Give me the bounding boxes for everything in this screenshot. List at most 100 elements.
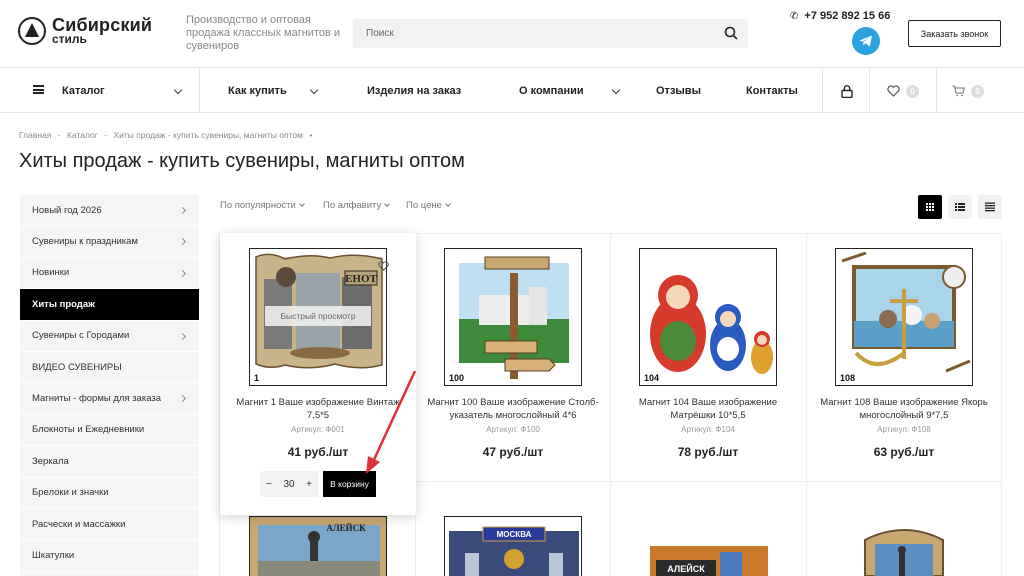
sidebar-item-label: Новый год 2026 xyxy=(32,204,102,216)
table-list-icon xyxy=(985,202,995,212)
grid-icon xyxy=(926,203,934,211)
wishlist-count: 0 xyxy=(906,84,919,98)
product-sku: Артикул: Ф100 xyxy=(486,425,540,434)
nav-catalog-label: Каталог xyxy=(62,85,105,97)
sidebar-item-cities[interactable]: Сувениры с Городами xyxy=(20,321,199,352)
nav-catalog[interactable]: Каталог xyxy=(62,69,105,113)
sidebar-item-mirrors[interactable]: Зеркала xyxy=(20,446,199,478)
sidebar-item-video[interactable]: ВИДЕО СУВЕНИРЫ xyxy=(20,352,199,384)
product-card[interactable]: 100 Магнит 100 Ваше изображение Столб-ук… xyxy=(415,233,611,481)
product-image[interactable]: 104 xyxy=(639,248,777,386)
view-list-button[interactable] xyxy=(948,195,972,219)
nav-custom-products[interactable]: Изделия на заказ xyxy=(367,69,461,113)
telegram-button[interactable] xyxy=(852,27,880,55)
wishlist-button[interactable]: 0 xyxy=(887,69,919,113)
chevron-down-icon xyxy=(611,85,620,94)
breadcrumb-home[interactable]: Главная xyxy=(19,130,51,140)
quantity-value[interactable]: 30 xyxy=(283,479,294,490)
product-price: 63 руб./шт xyxy=(873,445,935,459)
product-number: 104 xyxy=(644,373,660,383)
telegram-icon xyxy=(859,35,872,47)
cart-button[interactable]: 0 xyxy=(952,69,984,113)
sidebar-item-new-year[interactable]: Новый год 2026 xyxy=(20,195,199,227)
breadcrumb-sep: - xyxy=(57,130,61,140)
sidebar-item-holidays[interactable]: Сувениры к праздникам xyxy=(20,226,199,258)
sidebar-item-notebooks[interactable]: Блокноты и Ежедневники xyxy=(20,415,199,447)
sort-price-label: По цене xyxy=(406,200,442,211)
breadcrumb-catalog[interactable]: Каталог xyxy=(67,130,98,140)
chevron-right-icon xyxy=(178,238,187,246)
phone-text: +7 952 892 15 66 xyxy=(804,10,891,22)
sort-alphabet-label: По алфавиту xyxy=(323,200,382,211)
breadcrumb-dot: • xyxy=(309,130,313,140)
nav-how-to-buy[interactable]: Как купить xyxy=(228,69,318,113)
product-image[interactable]: 108 xyxy=(835,248,973,386)
sidebar-item-label: Зеркала xyxy=(32,455,69,467)
product-image[interactable]: МОСКВА xyxy=(444,516,582,576)
product-number: 108 xyxy=(840,373,856,383)
sidebar-item-bestsellers[interactable]: Хиты продаж xyxy=(20,289,199,321)
breadcrumb-sep: - xyxy=(104,130,108,140)
sidebar-item-label: ВИДЕО СУВЕНИРЫ xyxy=(32,361,122,373)
heart-icon[interactable] xyxy=(378,261,389,271)
sidebar-item-label: Расчески и массажки xyxy=(32,518,126,530)
product-image-text: АЛЕЙСК xyxy=(667,563,705,574)
sort-popularity[interactable]: По популярности xyxy=(220,200,305,211)
product-price: 47 руб./шт xyxy=(482,445,544,459)
chevron-right-icon xyxy=(178,395,187,403)
logo[interactable]: Сибирский стиль xyxy=(18,16,152,45)
nav-reviews[interactable]: Отзывы xyxy=(656,69,701,113)
product-image[interactable]: АЛЕЙСК xyxy=(640,516,778,576)
nav-about[interactable]: О компании xyxy=(519,69,620,113)
view-grid-button[interactable] xyxy=(918,195,942,219)
sidebar-item-keychains[interactable]: Брелоки и значки xyxy=(20,478,199,509)
chevron-right-icon xyxy=(178,332,187,340)
quick-view-button[interactable]: Быстрый просмотр xyxy=(265,306,371,326)
search-input[interactable] xyxy=(353,19,713,48)
product-card[interactable]: 108 Магнит 108 Ваше изображение Якорь мн… xyxy=(806,233,1002,481)
sort-alphabet[interactable]: По алфавиту xyxy=(323,200,391,211)
product-price: 78 руб./шт xyxy=(677,445,739,459)
phone-icon: ✆ xyxy=(790,11,799,22)
sidebar-item-label: Хиты продаж xyxy=(32,298,95,310)
sort-price[interactable]: По цене xyxy=(406,200,451,211)
product-image[interactable] xyxy=(835,516,973,576)
product-image-text: АЛЕЙСК xyxy=(326,523,366,533)
minus-button[interactable]: − xyxy=(266,479,272,490)
tagline: Производство и оптовая продажа классных … xyxy=(186,14,341,52)
product-name[interactable]: Магнит 100 Ваше изображение Столб-указат… xyxy=(423,396,603,422)
logo-mark-icon xyxy=(18,16,46,45)
product-name[interactable]: Магнит 108 Ваше изображение Якорь многос… xyxy=(814,396,994,422)
list-icon xyxy=(955,203,965,211)
search-icon[interactable] xyxy=(724,26,738,40)
sidebar-item-magnet-forms[interactable]: Магниты - формы для заказа xyxy=(20,383,199,415)
sidebar-item-boxes[interactable]: Шкатулки xyxy=(20,540,199,572)
product-image-text: ЕНОТ xyxy=(345,273,377,285)
product-image[interactable]: АЛЕЙСК xyxy=(249,516,387,576)
breadcrumb-current: Хиты продаж - купить сувениры, магниты о… xyxy=(113,130,303,140)
product-image-text: МОСКВА xyxy=(497,530,532,539)
product-number: 1 xyxy=(254,373,260,383)
quantity-stepper: − 30 + xyxy=(260,471,318,497)
sidebar-item-new[interactable]: Новинки xyxy=(20,258,199,290)
product-sku: Артикул: Ф108 xyxy=(877,425,931,434)
product-card[interactable]: 104 Магнит 104 Ваше изображение Матрёшки… xyxy=(610,233,806,481)
search-box xyxy=(353,19,748,48)
product-image[interactable]: 100 xyxy=(444,248,582,386)
sidebar-item-label: Сувениры с Городами xyxy=(32,330,130,342)
account-button[interactable] xyxy=(841,69,853,113)
nav-contacts[interactable]: Контакты xyxy=(746,69,798,113)
plus-button[interactable]: + xyxy=(306,479,312,490)
phone-number[interactable]: ✆ +7 952 892 15 66 xyxy=(790,10,890,22)
site-header: Сибирский стиль Производство и оптовая п… xyxy=(0,0,1024,68)
product-name[interactable]: Магнит 104 Ваше изображение Матрёшки 10*… xyxy=(618,396,798,422)
menu-icon[interactable] xyxy=(33,85,44,94)
chevron-down-icon xyxy=(298,201,305,208)
sort-popularity-label: По популярности xyxy=(220,200,296,211)
sidebar-item-combs[interactable]: Расчески и массажки xyxy=(20,509,199,541)
catalog-sidebar: Новый год 2026 Сувениры к праздникам Нов… xyxy=(20,195,199,576)
callback-button[interactable]: Заказать звонок xyxy=(908,20,1001,47)
chevron-down-icon[interactable] xyxy=(173,69,183,113)
view-table-button[interactable] xyxy=(978,195,1002,219)
annotation-arrow xyxy=(366,370,417,474)
